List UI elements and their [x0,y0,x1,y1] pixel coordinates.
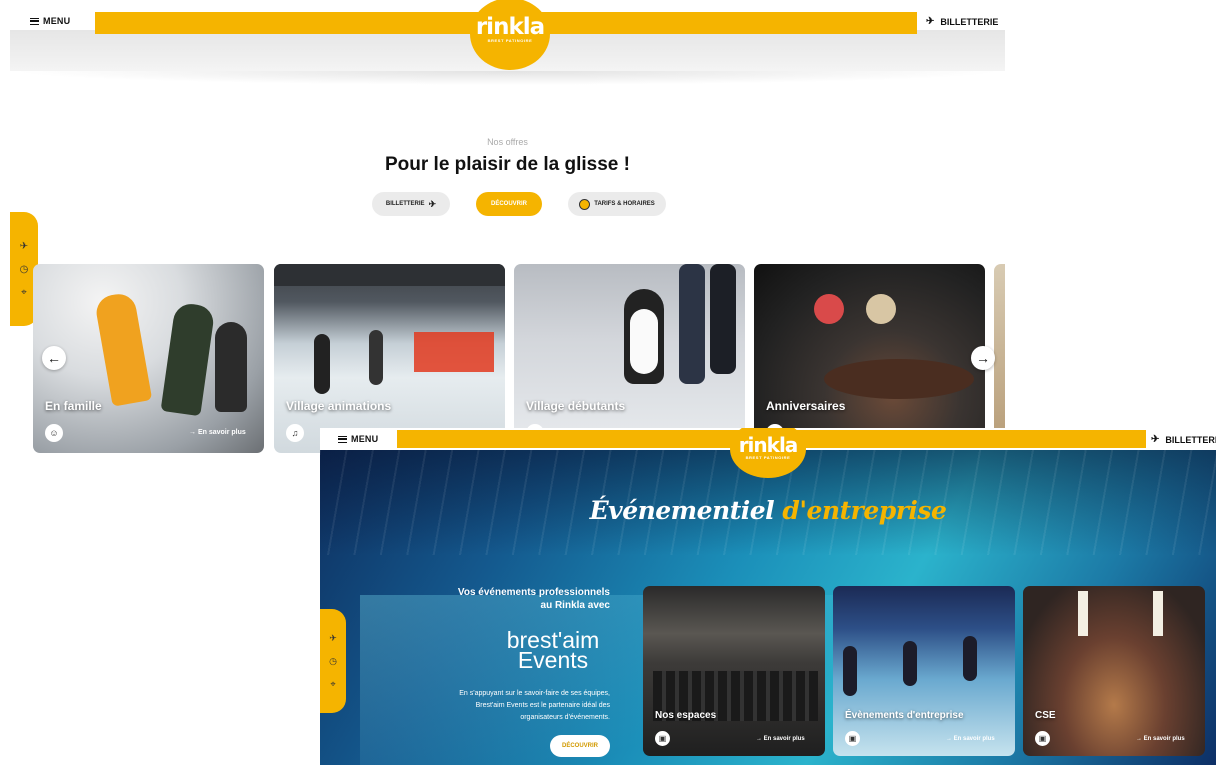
section-kicker: Nos offres [487,137,528,147]
intro-text: Vos événements professionnels au Rinkla … [410,586,610,612]
clock-icon[interactable]: ◷ [20,264,29,275]
carousel-next-button[interactable]: → [971,346,995,370]
ticket-icon: ✈ [1151,434,1160,445]
menu-button[interactable]: MENU [30,16,70,26]
clock-icon[interactable]: ◷ [329,656,337,667]
card-cse[interactable]: CSE ▣ → En savoir plus [1023,586,1205,756]
skater-figure [215,322,247,412]
screenshot-corporate-events: MENU ✈ BILLETTERIE rinkla BREST PATINOIR… [320,428,1216,765]
tab-billetterie[interactable]: BILLETTERIE ✈ [372,192,450,216]
ticket-icon: ✈ [428,198,437,209]
hamburger-icon [338,435,347,443]
billetterie-label: BILLETTERIE [940,16,999,27]
title-part-yellow: d'entreprise [782,496,947,525]
light-fixture [1078,591,1088,636]
card-title: Village animations [286,399,392,413]
card-village-animations[interactable]: Village animations ♫ [274,264,505,453]
card-more-link[interactable]: → En savoir plus [756,736,805,742]
billetterie-label: BILLETTERIE [1165,434,1216,445]
card-title: Village débutants [526,399,626,413]
card-village-debutants[interactable]: Village débutants ⛸ [514,264,745,453]
skater-legs [679,264,705,384]
penguin-belly [630,309,658,374]
ticket-icon[interactable]: ✈ [20,241,28,252]
intro-line: Vos événements professionnels [457,587,610,598]
card-nos-espaces[interactable]: Nos espaces ▣ → En savoir plus [643,586,825,756]
tab-billetterie-label: BILLETTERIE [385,201,425,207]
briefcase-icon: ▣ [1035,731,1050,746]
child-head [866,294,896,324]
intro-line: au Rinkla avec [540,600,610,611]
arrow-left-icon: ← [47,350,61,366]
tab-tarifs-horaires[interactable]: TARIFS & HORAIRES [568,192,666,216]
description-text: En s'appuyant sur le savoir-faire de ses… [400,688,610,724]
card-title: Anniversaires [766,399,846,413]
card-title: Évènements d'entreprise [845,710,964,721]
screenshot-discover-offers: MENU ✈ BILLETTERIE rinkla BREST PATINOIR… [10,0,1005,455]
barrier [414,332,494,372]
logo-subtitle: BREST PATINOIRE [487,38,533,43]
location-icon[interactable]: ⌖ [21,287,27,298]
tab-decouvrir[interactable]: DÉCOUVRIR [476,192,542,216]
section-title: Pour le plaisir de la glisse ! [385,154,630,175]
briefcase-icon: ▣ [845,731,860,746]
description-line: En s'appuyant sur le savoir-faire de ses… [459,690,610,697]
brestaim-events-logo: brest'aim Events [498,629,608,673]
card-more-link[interactable]: → En savoir plus [1136,736,1185,742]
skater-figure [93,291,153,407]
brand-line: Events [517,647,589,673]
tab-tarifs-label: TARIFS & HORAIRES [594,201,655,207]
skater-figure [903,641,917,686]
section-title: Événementiel d'entreprise [320,496,1216,525]
description-line: Brest'aim Events est le partenaire idéal… [475,702,610,709]
skater-legs [710,264,736,374]
card-en-famille[interactable]: En famille ☺ → En savoir plus [33,264,264,453]
skater-figure [160,301,216,417]
decouvrir-button[interactable]: DÉCOUVRIR [550,735,610,757]
billetterie-link[interactable]: ✈ BILLETTERIE [1151,434,1216,445]
menu-label: MENU [351,434,379,444]
skater-figure [963,636,977,681]
card-next-peek[interactable] [994,264,1005,453]
arrow-right-icon: → [976,350,990,366]
menu-button[interactable]: MENU [338,434,378,444]
music-icon: ♫ [286,424,304,442]
menu-label: MENU [43,16,71,26]
tab-decouvrir-label: DÉCOUVRIR [490,201,527,207]
birthday-cake [824,359,974,399]
child-head [814,294,844,324]
card-title: CSE [1035,710,1056,721]
card-evenements-entreprise[interactable]: Évènements d'entreprise ▣ → En savoir pl… [833,586,1015,756]
light-fixture [1153,591,1163,636]
skater-figure [314,334,330,394]
logo-wordmark: rinkla [738,433,799,457]
ticket-icon[interactable]: ✈ [329,633,337,644]
hamburger-icon [30,17,39,25]
card-more-link[interactable]: → En savoir plus [189,429,246,436]
card-title: Nos espaces [655,710,717,721]
description-line: organisateurs d'événements. [520,714,610,721]
clock-money-icon [579,198,591,210]
title-part-white: Événementiel [589,496,775,525]
ticket-icon: ✈ [926,16,935,27]
logo-subtitle: BREST PATINOIRE [745,455,791,460]
briefcase-icon: ▣ [655,731,670,746]
side-quick-links: ✈ ◷ ⌖ [320,609,346,713]
skater-figure [369,330,383,385]
card-more-link[interactable]: → En savoir plus [946,736,995,742]
family-icon: ☺ [45,424,63,442]
billetterie-link[interactable]: ✈ BILLETTERIE [926,16,998,27]
carousel-prev-button[interactable]: ← [42,346,66,370]
skater-figure [843,646,857,696]
card-anniversaires[interactable]: Anniversaires ✿ [754,264,985,453]
rinkla-logo[interactable]: rinkla BREST PATINOIRE [470,0,550,70]
logo-wordmark: rinkla [475,14,545,40]
ceiling [274,264,505,286]
cta-label: DÉCOUVRIR [561,743,598,749]
card-title: En famille [45,399,102,413]
location-icon[interactable]: ⌖ [330,679,335,690]
